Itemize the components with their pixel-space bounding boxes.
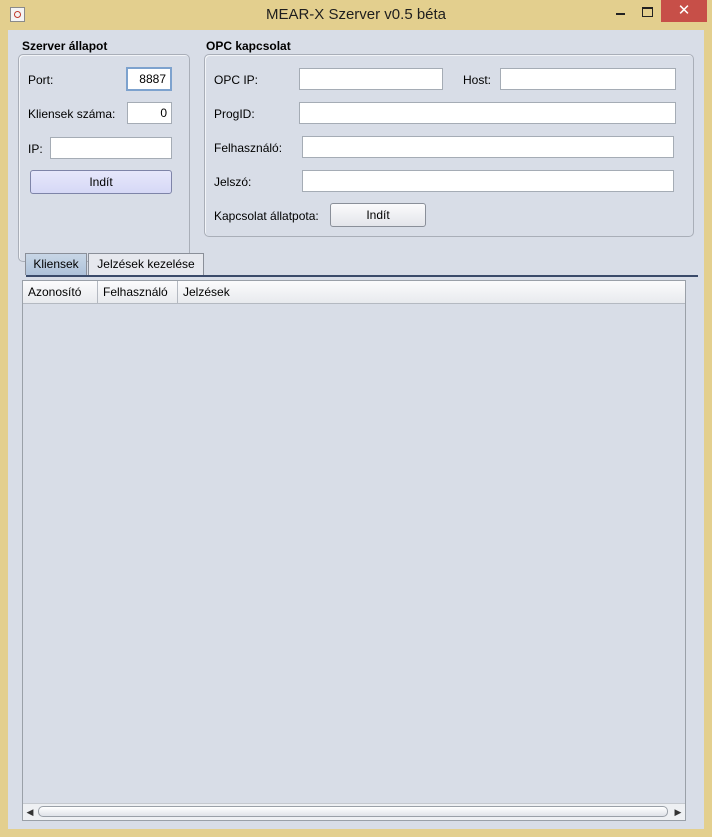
user-label: Felhasználó:	[214, 141, 283, 155]
close-button[interactable]: ✕	[661, 0, 707, 22]
column-header-signals[interactable]: Jelzések	[178, 281, 685, 303]
opc-connection-title: OPC kapcsolat	[206, 39, 291, 53]
close-icon: ✕	[677, 2, 691, 19]
minimize-button[interactable]	[606, 0, 634, 22]
password-label: Jelszó:	[214, 175, 252, 189]
server-start-button[interactable]: Indít	[30, 170, 172, 194]
app-window: MEAR-X Szerver v0.5 béta ✕ Szerver állap…	[0, 0, 712, 837]
column-header-user[interactable]: Felhasználó	[98, 281, 178, 303]
host-label: Host:	[463, 73, 492, 87]
ip-label: IP:	[28, 142, 43, 156]
host-input[interactable]	[500, 68, 676, 90]
password-input[interactable]	[302, 170, 674, 192]
column-header-id[interactable]: Azonosító	[23, 281, 98, 303]
client-area: Szerver állapot Port: Kliensek száma: IP…	[8, 30, 704, 829]
minimize-icon	[615, 12, 625, 15]
opc-ip-label: OPC IP:	[214, 73, 259, 87]
port-input[interactable]	[126, 67, 172, 91]
tab-kliensek[interactable]: Kliensek	[25, 253, 87, 275]
table-header: Azonosító Felhasználó Jelzések	[23, 281, 685, 304]
scroll-left-icon[interactable]: ◀	[23, 804, 37, 820]
scroll-thumb[interactable]	[38, 806, 668, 817]
opc-ip-input[interactable]	[299, 68, 443, 90]
clients-count-label: Kliensek száma:	[28, 107, 116, 121]
maximize-button[interactable]	[634, 0, 661, 22]
port-label: Port:	[28, 73, 54, 87]
connection-state-label: Kapcsolat állatpota:	[214, 209, 319, 223]
horizontal-scrollbar[interactable]: ◀ ▶	[23, 803, 685, 820]
clients-count-field[interactable]	[127, 102, 172, 124]
title-bar[interactable]: MEAR-X Szerver v0.5 béta ✕	[0, 0, 712, 30]
tab-divider	[26, 275, 698, 277]
clients-table[interactable]: Azonosító Felhasználó Jelzések ◀ ▶	[22, 280, 686, 821]
tab-jelzesek-kezelese[interactable]: Jelzések kezelése	[88, 253, 204, 275]
progid-label: ProgID:	[214, 107, 255, 121]
scroll-right-icon[interactable]: ▶	[671, 804, 685, 820]
maximize-icon	[642, 6, 653, 17]
user-input[interactable]	[302, 136, 674, 158]
progid-input[interactable]	[299, 102, 676, 124]
server-status-title: Szerver állapot	[22, 39, 108, 53]
opc-start-button[interactable]: Indít	[330, 203, 426, 227]
ip-input[interactable]	[50, 137, 172, 159]
